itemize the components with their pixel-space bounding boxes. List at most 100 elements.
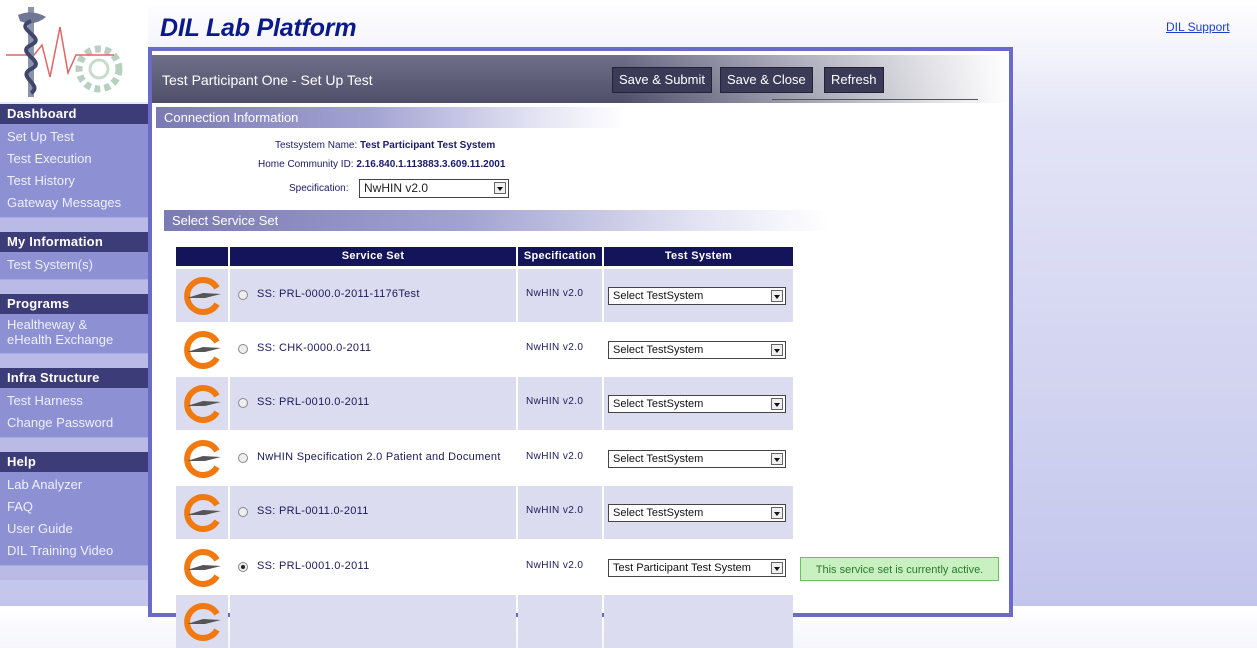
specification-select[interactable]: NwHIN v2.0 [359, 179, 509, 198]
refresh-button[interactable]: Refresh [824, 67, 884, 93]
setup-test-panel: Test Participant One - Set Up Test Save … [148, 47, 1013, 648]
service-set-radio[interactable] [238, 453, 248, 463]
service-set-radio[interactable] [238, 562, 248, 572]
service-set-name: SS: PRL-0000.0-2011-1176Test [257, 288, 420, 300]
service-set-radio[interactable] [238, 507, 248, 517]
service-set-logo-icon [184, 494, 221, 532]
nav-item-set-up-test[interactable]: Set Up Test [0, 126, 148, 148]
nav-header-programs: Programs [0, 294, 148, 314]
nav-gap [0, 279, 148, 294]
nav-header-my-information: My Information [0, 232, 148, 252]
table-row: SS: PRL-0001.0-2011 NwHIN v2.0 Test Partic… [176, 541, 793, 594]
nav-item-user-guide[interactable]: User Guide [0, 518, 148, 540]
nav-gap [0, 217, 148, 232]
service-set-logo-icon [184, 603, 221, 641]
service-set-logo-icon [184, 331, 221, 369]
test-system-value: Select TestSystem [613, 290, 704, 302]
test-system-select[interactable]: Select TestSystem [608, 450, 786, 468]
test-system-value: Select TestSystem [613, 398, 704, 410]
chevron-down-icon [771, 453, 783, 465]
testsystem-value: Test Participant Test System [360, 140, 496, 151]
top-strip [0, 0, 1257, 5]
nav-item-test-history[interactable]: Test History [0, 170, 148, 192]
chevron-down-icon [771, 290, 783, 302]
nav-item-test-harness[interactable]: Test Harness [0, 390, 148, 412]
select-service-set-header: Select Service Set [164, 210, 828, 231]
nav-header-help: Help [0, 452, 148, 472]
nav-item-test-systems[interactable]: Test System(s) [0, 254, 148, 276]
service-set-name: SS: PRL-0010.0-2011 [257, 396, 370, 408]
row-cell [518, 595, 602, 648]
spec-label: Specification: [289, 183, 349, 194]
service-set-radio[interactable] [238, 344, 248, 354]
dil-logo [0, 5, 148, 102]
table-row: SS: CHK-0000.0-2011 NwHIN v2.0 Select Test… [176, 323, 793, 376]
table-row: NwHIN Specification 2.0 Patient and Docu… [176, 432, 793, 485]
test-system-select[interactable]: Select TestSystem [608, 287, 786, 305]
nav-item-test-execution[interactable]: Test Execution [0, 148, 148, 170]
active-status-note: This service set is currently active. [800, 557, 999, 581]
chevron-down-icon [771, 562, 783, 574]
connection-info-header: Connection Information [156, 107, 626, 128]
nav-item-gateway-messages[interactable]: Gateway Messages [0, 192, 148, 214]
table-row [176, 595, 793, 648]
hcid-row: Home Community ID: 2.16.840.1.113883.3.6… [258, 159, 505, 170]
table-row: SS: PRL-0011.0-2011 NwHIN v2.0 Select Test… [176, 486, 793, 539]
test-system-value: Select TestSystem [613, 507, 704, 519]
nav-item-faq[interactable]: FAQ [0, 496, 148, 518]
hcid-label: Home Community ID: [258, 159, 354, 170]
test-system-select[interactable]: Select TestSystem [608, 395, 786, 413]
chevron-down-icon [494, 182, 506, 194]
service-set-spec: NwHIN v2.0 [526, 505, 584, 516]
col-header-test-system: Test System [604, 247, 793, 266]
panel-title: Test Participant One - Set Up Test [162, 72, 373, 88]
service-set-logo-icon [184, 549, 221, 587]
nav-gap [0, 437, 148, 452]
service-set-name: NwHIN Specification 2.0 Patient and Docu… [257, 451, 501, 463]
service-set-radio[interactable] [238, 290, 248, 300]
chevron-down-icon [771, 344, 783, 356]
support-link[interactable]: DIL Support [1166, 20, 1230, 34]
service-set-logo-icon [184, 277, 221, 315]
chevron-down-icon [771, 507, 783, 519]
nav-gap [0, 353, 148, 368]
specification-value: NwHIN v2.0 [364, 181, 429, 195]
hcid-value: 2.16.840.1.113883.3.609.11.2001 [356, 159, 506, 170]
nav-gap [0, 565, 148, 580]
service-set-radio[interactable] [238, 398, 248, 408]
test-system-value: Test Participant Test System [613, 562, 751, 574]
testsystem-name-row: Testsystem Name: Test Participant Test S… [275, 140, 495, 151]
row-cell [604, 595, 793, 648]
header-underline [772, 99, 978, 100]
save-close-button[interactable]: Save & Close [720, 67, 813, 93]
service-set-name: SS: CHK-0000.0-2011 [257, 342, 372, 354]
service-set-logo-icon [184, 440, 221, 478]
nav-item-change-password[interactable]: Change Password [0, 412, 148, 434]
table-row: SS: PRL-0000.0-2011-1176Test NwHIN v2.0 Se… [176, 269, 793, 322]
test-system-select[interactable]: Select TestSystem [608, 504, 786, 522]
nav-item-healtheway[interactable]: Healtheway & eHealth Exchange [0, 316, 117, 350]
service-set-name: SS: PRL-0001.0-2011 [257, 560, 370, 572]
col-header-specification: Specification [518, 247, 602, 266]
test-system-value: Select TestSystem [613, 453, 704, 465]
brand-title: DIL Lab Platform [160, 14, 357, 42]
icon-column-header [176, 247, 228, 266]
service-set-logo-icon [184, 385, 221, 423]
service-set-spec: NwHIN v2.0 [526, 451, 584, 462]
table-row: SS: PRL-0010.0-2011 NwHIN v2.0 Select Test… [176, 377, 793, 430]
service-set-name: SS: PRL-0011.0-2011 [257, 505, 369, 517]
test-system-select[interactable]: Select TestSystem [608, 341, 786, 359]
test-system-value: Select TestSystem [613, 344, 704, 356]
service-set-spec: NwHIN v2.0 [526, 396, 584, 407]
nav-item-training-video[interactable]: DIL Training Video [0, 540, 148, 562]
nav-header-infra-structure: Infra Structure [0, 368, 148, 388]
testsystem-label: Testsystem Name: [275, 140, 358, 151]
save-submit-button[interactable]: Save & Submit [612, 67, 712, 93]
sidebar-nav: Dashboard Set Up Test Test Execution Tes… [0, 104, 148, 580]
service-set-spec: NwHIN v2.0 [526, 342, 584, 353]
test-system-select[interactable]: Test Participant Test System [608, 559, 786, 577]
nav-item-lab-analyzer[interactable]: Lab Analyzer [0, 474, 148, 496]
col-header-service-set: Service Set [230, 247, 516, 266]
panel-header: Test Participant One - Set Up Test Save … [152, 55, 1009, 103]
service-set-spec: NwHIN v2.0 [526, 560, 584, 571]
